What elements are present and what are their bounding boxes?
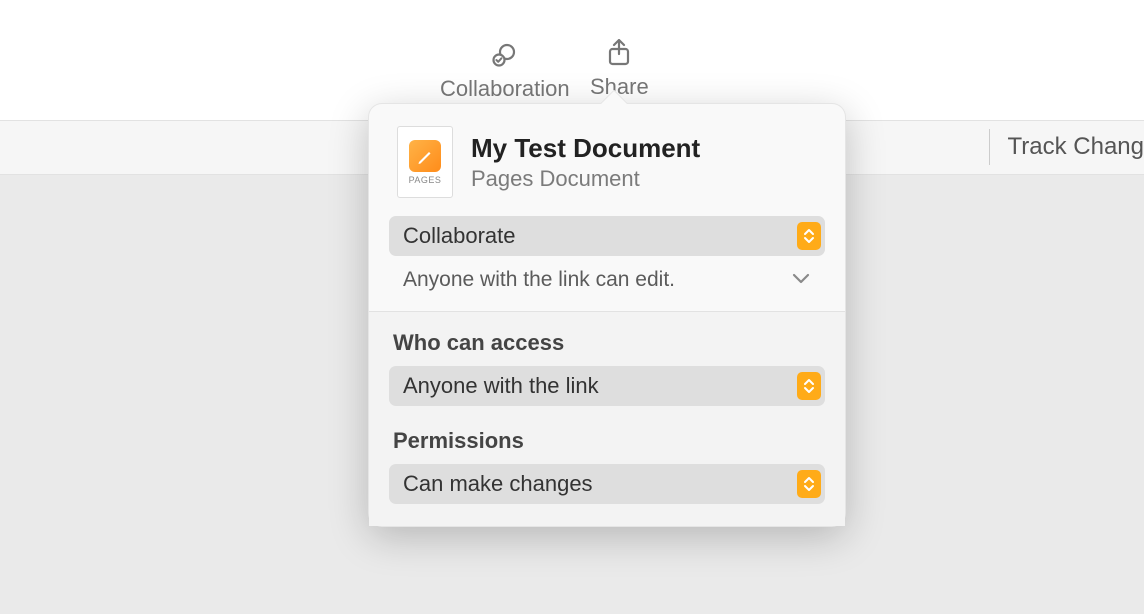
permissions-block: Permissions Can make changes — [389, 428, 825, 504]
up-down-stepper-icon — [797, 222, 821, 250]
share-permissions-section: Who can access Anyone with the link Perm… — [369, 312, 845, 526]
share-mode-description: Anyone with the link can edit. — [403, 266, 675, 293]
popover-arrow — [599, 90, 627, 104]
share-popover: PAGES My Test Document Pages Document Co… — [368, 103, 846, 527]
document-type: Pages Document — [471, 166, 823, 192]
who-can-access-heading: Who can access — [393, 330, 825, 356]
who-can-access-block: Who can access Anyone with the link — [389, 330, 825, 406]
permissions-value: Can make changes — [403, 471, 593, 497]
chevron-down-icon — [791, 271, 811, 289]
popover-header: PAGES My Test Document Pages Document — [369, 104, 845, 216]
who-can-access-selector[interactable]: Anyone with the link — [389, 366, 825, 406]
who-can-access-value: Anyone with the link — [403, 373, 599, 399]
document-title: My Test Document — [471, 133, 823, 164]
up-down-stepper-icon — [797, 470, 821, 498]
share-mode-selector[interactable]: Collaborate — [389, 216, 825, 256]
pages-app-glyph — [409, 140, 441, 172]
app-toolbar: Collaboration Share — [0, 0, 1144, 120]
collaboration-label: Collaboration — [440, 76, 570, 102]
share-icon — [604, 38, 634, 68]
pages-document-icon: PAGES — [397, 126, 453, 198]
track-changes-label[interactable]: Track Chang — [989, 129, 1144, 165]
permissions-selector[interactable]: Can make changes — [389, 464, 825, 504]
share-mode-value: Collaborate — [403, 223, 516, 249]
permissions-heading: Permissions — [393, 428, 825, 454]
collaboration-button[interactable]: Collaboration — [440, 40, 570, 102]
share-mode-section: Collaborate Anyone with the link can edi… — [369, 216, 845, 312]
collaboration-icon — [490, 40, 520, 70]
share-mode-disclosure[interactable]: Anyone with the link can edit. — [389, 256, 825, 293]
doc-icon-caption: PAGES — [409, 175, 442, 185]
up-down-stepper-icon — [797, 372, 821, 400]
